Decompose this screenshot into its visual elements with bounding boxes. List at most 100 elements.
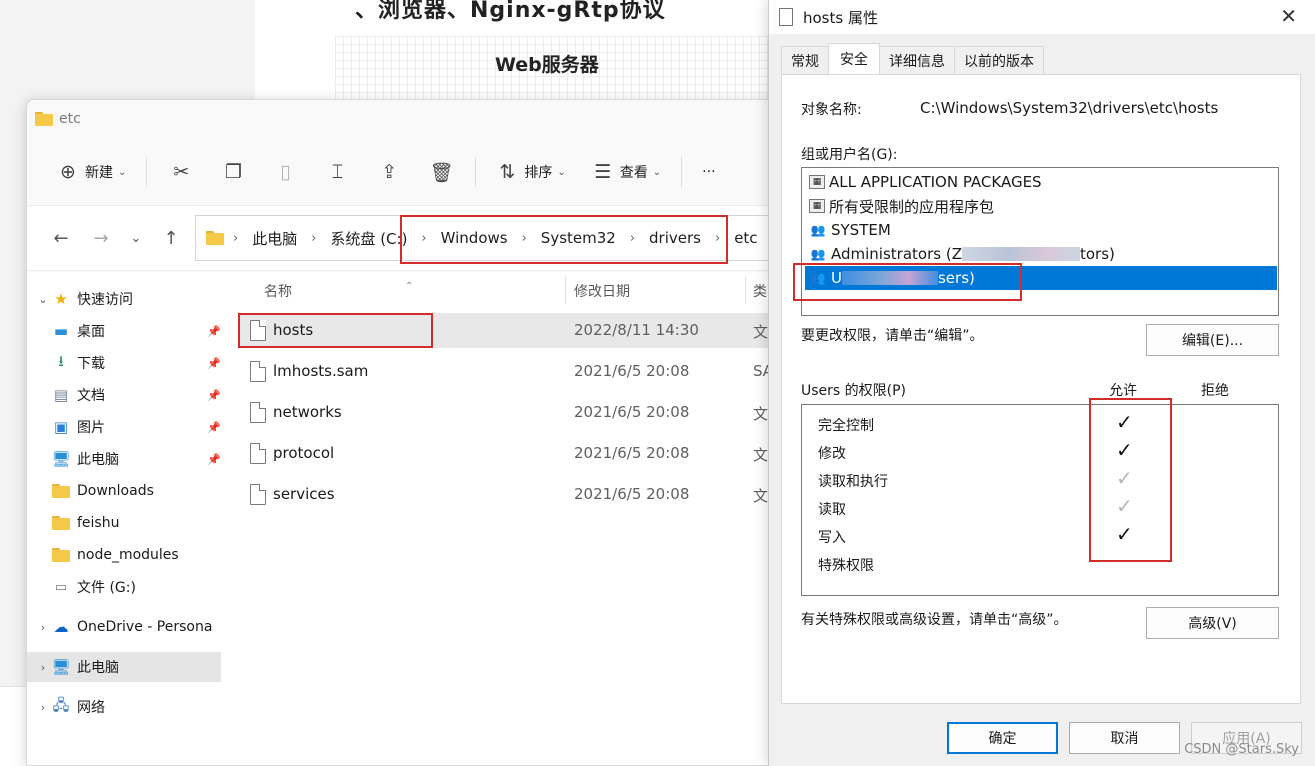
arrow-up-icon: ↑	[163, 227, 179, 249]
column-header-name[interactable]: 名称	[264, 281, 292, 301]
paste-button[interactable]: ▯	[265, 156, 305, 188]
package-icon: ▦	[809, 175, 825, 189]
file-row-services[interactable]: services 2021/6/5 20:08 文	[240, 477, 785, 512]
users-icon: 👥	[810, 223, 826, 237]
nav-item-pictures[interactable]: ▣ 图片 📌	[27, 412, 225, 442]
rename-button[interactable]: ⌶	[317, 156, 357, 188]
nav-item-documents[interactable]: ▤ 文档 📌	[27, 380, 225, 410]
folder-icon	[35, 112, 53, 126]
chevron-down-icon: ⌄	[38, 292, 48, 306]
copy-button[interactable]: ❐	[213, 156, 253, 188]
edit-button[interactable]: 编辑(E)...	[1146, 324, 1279, 356]
column-divider[interactable]	[565, 276, 566, 304]
file-name: services	[273, 485, 335, 503]
permission-row: 修改 ✓	[802, 438, 1278, 466]
ok-button[interactable]: 确定	[947, 722, 1058, 754]
file-modified: 2021/6/5 20:08	[574, 403, 690, 421]
column-divider[interactable]	[745, 276, 746, 304]
cut-button[interactable]: ✂	[161, 156, 201, 188]
nav-label: 网络	[77, 700, 105, 716]
close-icon[interactable]: ✕	[1280, 4, 1297, 28]
file-row-lmhosts[interactable]: lmhosts.sam 2021/6/5 20:08 SA	[240, 354, 785, 389]
chevron-down-icon: ⌄	[118, 166, 127, 178]
permission-row: 读取和执行 ✓	[802, 466, 1278, 494]
users-icon: 👥	[810, 247, 826, 261]
permissions-list: 完全控制 ✓ 修改 ✓ 读取和执行 ✓ 读取 ✓ 写入 ✓ 特殊权限	[801, 404, 1279, 596]
computer-icon: 🖥	[51, 658, 71, 676]
dialog-title: hosts 属性	[803, 8, 878, 27]
breadcrumb-item[interactable]: 此电脑	[245, 228, 304, 249]
permission-name: 读取	[818, 502, 846, 518]
explorer-titlebar: etc	[27, 100, 785, 138]
recent-locations-button[interactable]: ⌄	[121, 223, 151, 253]
toolbar-divider	[681, 157, 683, 187]
file-row-protocol[interactable]: protocol 2021/6/5 20:08 文	[240, 436, 785, 471]
breadcrumb-separator-icon: ›	[311, 230, 317, 246]
cancel-button[interactable]: 取消	[1069, 722, 1180, 754]
user-list-item[interactable]: ▦ 所有受限制的应用程序包	[805, 194, 1277, 218]
explorer-toolbar: ⊕ 新建 ⌄ ✂ ❐ ▯ ⌶ ⇪ 🗑 ⇅ 排序 ⌄ ☰ 查看 ⌄ ···	[27, 150, 785, 194]
tab-details[interactable]: 详细信息	[879, 46, 955, 74]
nav-item-downloads-folder[interactable]: Downloads	[27, 476, 225, 506]
annotation-box-users	[793, 263, 1022, 301]
file-type: 文	[753, 487, 769, 505]
back-button[interactable]: ←	[41, 223, 81, 253]
nav-label: 图片	[77, 420, 105, 436]
file-modified: 2021/6/5 20:08	[574, 485, 690, 503]
pin-icon: 📌	[207, 388, 221, 402]
chevron-down-icon: ⌄	[652, 166, 662, 178]
nav-quick-access[interactable]: ⌄ ★ 快速访问	[27, 284, 225, 314]
arrow-left-icon: ←	[53, 227, 69, 249]
explorer-title: etc	[59, 111, 81, 127]
sort-button[interactable]: ⇅ 排序 ⌄	[490, 156, 571, 188]
up-button[interactable]: ↑	[151, 223, 191, 253]
security-tab-panel: 对象名称: C:\Windows\System32\drivers\etc\ho…	[781, 74, 1301, 704]
groups-label: 组或用户名(G):	[801, 147, 898, 163]
nav-label: 桌面	[77, 324, 105, 340]
trash-icon: 🗑	[429, 161, 454, 184]
nav-item-this-pc-pinned[interactable]: 🖥 此电脑 📌	[27, 444, 225, 474]
nav-this-pc[interactable]: › 🖥 此电脑	[27, 652, 221, 682]
file-row-networks[interactable]: networks 2021/6/5 20:08 文	[240, 395, 785, 430]
list-view-icon: ☰	[594, 161, 612, 183]
more-button[interactable]: ···	[696, 156, 721, 188]
advanced-button[interactable]: 高级(V)	[1146, 607, 1279, 639]
nav-item-node-modules[interactable]: node_modules	[27, 540, 225, 570]
arrow-right-icon: →	[93, 227, 109, 249]
nav-label: OneDrive - Persona	[77, 619, 213, 635]
breadcrumb-item[interactable]: etc	[727, 229, 764, 247]
toolbar-divider	[475, 157, 477, 187]
redacted-text	[961, 247, 1080, 261]
nav-item-feishu[interactable]: feishu	[27, 508, 225, 538]
nav-item-downloads[interactable]: ⭳ 下载 📌	[27, 348, 225, 378]
share-button[interactable]: ⇪	[369, 156, 409, 188]
forward-button[interactable]: →	[81, 223, 121, 253]
tab-security[interactable]: 安全	[828, 43, 880, 74]
column-header-modified[interactable]: 修改日期	[574, 281, 630, 301]
chevron-right-icon: ›	[40, 660, 46, 674]
user-list-item[interactable]: ▦ ALL APPLICATION PACKAGES	[805, 170, 1277, 194]
nav-item-drive-g[interactable]: ▭ 文件 (G:)	[27, 572, 225, 602]
annotation-box-allow	[1089, 398, 1172, 562]
chevron-down-icon: ⌄	[557, 166, 566, 178]
pin-icon: 📌	[207, 452, 221, 466]
nav-network[interactable]: › 🖧 网络	[27, 692, 225, 722]
pin-icon: 📌	[207, 324, 221, 338]
tab-general[interactable]: 常规	[781, 46, 829, 74]
file-type: 文	[753, 323, 769, 341]
new-button[interactable]: ⊕ 新建 ⌄	[51, 156, 132, 188]
file-type: 文	[753, 405, 769, 423]
nav-item-desktop[interactable]: ▬ 桌面 📌	[27, 316, 225, 346]
picture-icon: ▣	[53, 418, 69, 436]
column-header-type[interactable]: 类	[753, 281, 767, 301]
nav-onedrive[interactable]: › ☁ OneDrive - Persona	[27, 612, 225, 642]
nav-label: 文件 (G:)	[77, 580, 136, 596]
tab-previous-versions[interactable]: 以前的版本	[954, 46, 1044, 74]
user-name: ALL APPLICATION PACKAGES	[829, 173, 1042, 191]
delete-button[interactable]: 🗑	[421, 156, 461, 188]
permission-row: 完全控制 ✓	[802, 410, 1278, 438]
permission-name: 修改	[818, 446, 846, 462]
package-icon: ▦	[809, 199, 825, 213]
view-button[interactable]: ☰ 查看 ⌄	[586, 156, 667, 188]
user-list-item[interactable]: 👥 SYSTEM	[805, 218, 1277, 242]
